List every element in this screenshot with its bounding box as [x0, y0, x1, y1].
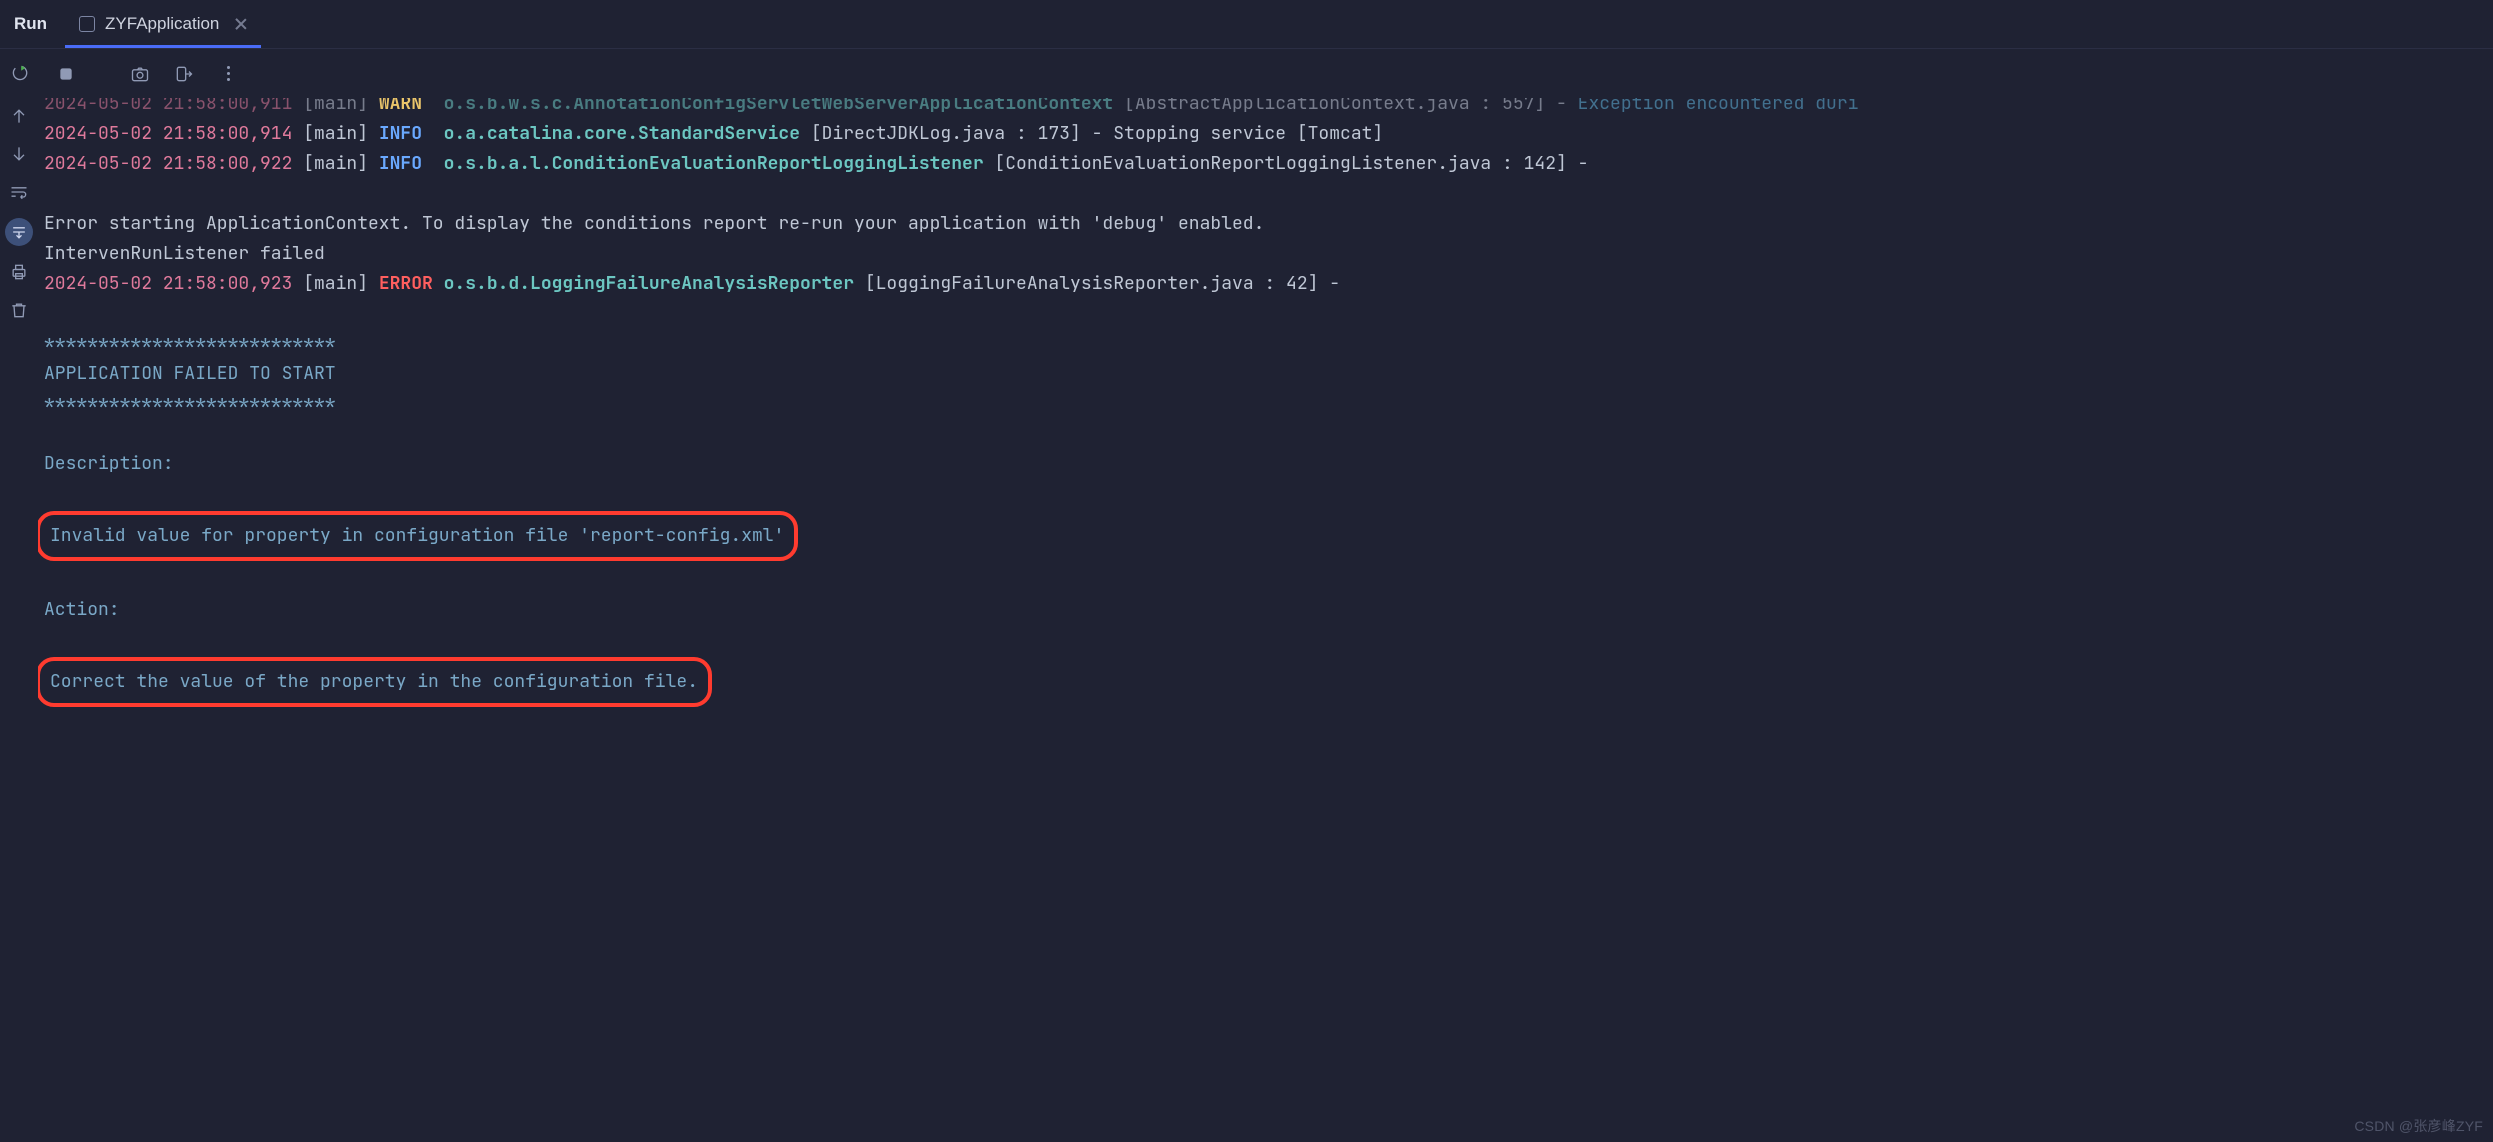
- tabs-row: Run ZYFApplication: [0, 0, 2493, 48]
- console-line: Error starting ApplicationContext. To di…: [44, 209, 2487, 239]
- app-icon: [79, 16, 95, 32]
- run-toolbar: [0, 48, 2493, 98]
- highlighted-message: Correct the value of the property in the…: [38, 657, 712, 707]
- console-line: APPLICATION FAILED TO START: [44, 359, 2487, 389]
- arrow-up-icon: [9, 106, 29, 126]
- highlighted-message: Invalid value for property in configurat…: [38, 511, 798, 561]
- console-line: 2024-05-02 21:58:00,923 [main] ERROR o.s…: [44, 269, 2487, 299]
- screenshot-button[interactable]: [128, 62, 152, 86]
- console-output[interactable]: 2024-05-02 21:58:00,911 [main] WARN o.s.…: [38, 98, 2493, 1142]
- console-line: IntervenRunListener failed: [44, 239, 2487, 269]
- soft-wrap-button[interactable]: [7, 180, 31, 204]
- console-line: Invalid value for property in configurat…: [44, 509, 2487, 565]
- rerun-icon: [12, 64, 32, 84]
- stop-icon: [56, 64, 76, 84]
- console-line: ***************************: [44, 329, 2487, 359]
- tab-run-config[interactable]: ZYFApplication: [65, 0, 261, 48]
- console-line: [44, 479, 2487, 509]
- print-button[interactable]: [7, 260, 31, 284]
- console-line: 2024-05-02 21:58:00,911 [main] WARN o.s.…: [44, 98, 2487, 119]
- console-line: ***************************: [44, 389, 2487, 419]
- console-line: Action:: [44, 595, 2487, 625]
- scroll-to-end-icon: [9, 222, 29, 242]
- close-icon[interactable]: [235, 18, 247, 30]
- run-tool-window: Run ZYFApplication: [0, 0, 2493, 1142]
- console-line: [44, 299, 2487, 329]
- console-line: Correct the value of the property in the…: [44, 655, 2487, 711]
- console-line: 2024-05-02 21:58:00,922 [main] INFO o.s.…: [44, 149, 2487, 179]
- trash-icon: [9, 300, 29, 320]
- exit-icon: [174, 64, 194, 84]
- console-line: [44, 179, 2487, 209]
- rerun-button[interactable]: [10, 62, 34, 86]
- arrow-down-icon: [9, 144, 29, 164]
- console-line: Description:: [44, 449, 2487, 479]
- console-line: [44, 419, 2487, 449]
- scroll-up-button[interactable]: [7, 104, 31, 128]
- camera-icon: [130, 64, 150, 84]
- exception-link[interactable]: Exception encountered duri: [1578, 98, 1859, 115]
- exit-button[interactable]: [172, 62, 196, 86]
- body-area: 2024-05-02 21:58:00,911 [main] WARN o.s.…: [0, 98, 2493, 1142]
- printer-icon: [9, 262, 29, 282]
- tab-label: ZYFApplication: [105, 14, 219, 34]
- more-icon: [227, 66, 230, 81]
- stop-button[interactable]: [54, 62, 78, 86]
- console-line: [44, 625, 2487, 655]
- soft-wrap-icon: [9, 182, 29, 202]
- watermark: CSDN @张彦峰ZYF: [2354, 1116, 2483, 1136]
- panel-title: Run: [0, 14, 65, 34]
- more-button[interactable]: [216, 62, 240, 86]
- console-gutter: [0, 98, 38, 1142]
- scroll-down-button[interactable]: [7, 142, 31, 166]
- console-line: [44, 565, 2487, 595]
- console-line: 2024-05-02 21:58:00,914 [main] INFO o.a.…: [44, 119, 2487, 149]
- clear-button[interactable]: [7, 298, 31, 322]
- scroll-to-end-button[interactable]: [5, 218, 33, 246]
